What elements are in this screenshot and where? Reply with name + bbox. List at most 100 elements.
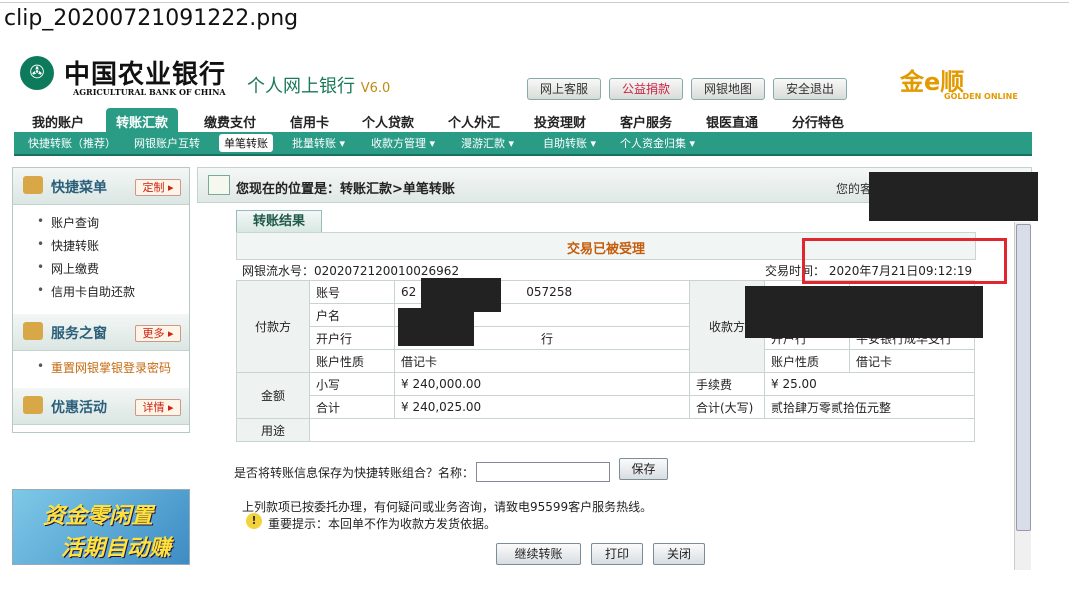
small-amount-label: 小写 (309, 372, 395, 396)
nav-my-account[interactable]: 我的账户 (32, 112, 84, 131)
online-service-button[interactable]: 网上客服 (527, 78, 601, 100)
promo-title: 优惠活动 (51, 400, 107, 416)
top-border (0, 2, 1069, 3)
nav-personal-loan[interactable]: 个人贷款 (362, 112, 414, 131)
payer-group: 付款方 (236, 280, 310, 373)
subnav-payee-manage[interactable]: 收款方管理 ▾ (371, 135, 435, 151)
quick-item-credit-repay[interactable]: 信用卡自助还款 (37, 283, 135, 300)
redaction-payer-name (398, 308, 474, 346)
sidebar: 快捷菜单 定制 ▸ 账户查询 快捷转账 网上缴费 信用卡自助还款 服务之窗 更多… (12, 167, 190, 433)
fee-value: ¥ 25.00 (764, 372, 975, 396)
subnav-quick-transfer[interactable]: 快捷转账（推荐） (28, 135, 116, 151)
payer-acct-start: 62 (401, 285, 417, 299)
serial-value: 0202072120010026962 (314, 264, 460, 278)
nav-hospital[interactable]: 银医直通 (706, 112, 758, 131)
service-window-icon (23, 322, 43, 340)
main-nav: 我的账户 转账汇款 缴费支付 信用卡 个人贷款 个人外汇 投资理财 客户服务 银… (14, 108, 1032, 132)
product-name: 个人网上银行 (247, 76, 355, 97)
tab-transfer-result[interactable]: 转账结果 (236, 210, 322, 233)
total-cn-value: 贰拾肆万零贰拾伍元整 (764, 395, 975, 419)
service-window-title: 服务之窗 (51, 326, 107, 342)
result-status: 交易已被受理 (567, 242, 646, 257)
print-button[interactable]: 打印 (591, 543, 643, 565)
promo-header: 优惠活动 详情 ▸ (13, 388, 189, 425)
nav-credit-card[interactable]: 信用卡 (290, 112, 329, 131)
payer-name-label: 户名 (309, 303, 395, 327)
small-amount: ¥ 240,000.00 (394, 372, 690, 396)
purpose-value (309, 418, 975, 442)
location-icon (208, 175, 230, 195)
redaction-user (869, 172, 1038, 221)
redaction-payer-acct (421, 278, 501, 312)
subnav-own-accounts[interactable]: 网银账户互转 (134, 135, 200, 151)
total-cn-label: 合计(大写) (689, 395, 765, 419)
payer-acct-label: 账号 (309, 280, 395, 304)
service-item-reset-password[interactable]: 重置网银掌银登录密码 (37, 359, 171, 376)
warning-icon: ! (246, 513, 262, 529)
banner-line-1: 资金零闲置 (43, 504, 154, 529)
quick-item-online-payment[interactable]: 网上缴费 (37, 260, 99, 277)
nav-transfer[interactable]: 转账汇款 (106, 108, 179, 132)
bank-name-en: AGRICULTURAL BANK OF CHINA (73, 87, 226, 97)
notice-line-1: 上列款项已按委托办理，有何疑问或业务咨询，请致电95599客户服务热线。 (242, 500, 653, 514)
quick-item-quick-transfer[interactable]: 快捷转账 (37, 237, 99, 254)
total-label: 合计 (309, 395, 395, 419)
subnav-fund-collection[interactable]: 个人资金归集 ▾ (620, 135, 695, 151)
nav-investment[interactable]: 投资理财 (534, 112, 586, 131)
continue-transfer-button[interactable]: 继续转账 (496, 543, 581, 565)
notice-line-2: 重要提示：本回单不作为收款方发货依据。 (268, 517, 497, 531)
promo-icon (23, 396, 43, 414)
service-window-header: 服务之窗 更多 ▸ (13, 314, 189, 351)
charity-donation-button[interactable]: 公益捐款 (609, 78, 683, 100)
payer-bank-tail: 行 (541, 331, 554, 346)
product-title: 个人网上银行 V6.0 (247, 72, 390, 98)
save-question: 是否将转账信息保存为快捷转账组合？名称： (234, 466, 475, 480)
save-button[interactable]: 保存 (619, 458, 668, 480)
product-version: V6.0 (360, 81, 391, 96)
quick-menu-title: 快捷菜单 (51, 180, 107, 196)
user-greeting: 您的客 (836, 182, 873, 196)
golden-online-logo: 金e顺 GOLDEN ONLINE (900, 62, 1025, 102)
shortcut-name-input[interactable] (476, 462, 610, 482)
bank-map-button[interactable]: 网银地图 (691, 78, 765, 100)
subnav-self-transfer[interactable]: 自助转账 ▾ (543, 135, 596, 151)
payer-type-label: 账户性质 (309, 349, 395, 373)
abc-logo-icon: ✇ (20, 56, 54, 90)
purpose-label: 用途 (236, 418, 310, 442)
payee-type: 借记卡 (849, 349, 975, 373)
nav-branch[interactable]: 分行特色 (792, 112, 844, 131)
details-button[interactable]: 详情 ▸ (135, 399, 181, 416)
amount-group: 金额 (236, 372, 310, 419)
fee-label: 手续费 (689, 372, 765, 396)
nav-payment[interactable]: 缴费支付 (204, 112, 256, 131)
total-value: ¥ 240,025.00 (394, 395, 690, 419)
scroll-thumb[interactable] (1016, 224, 1031, 531)
secure-logout-button[interactable]: 安全退出 (773, 78, 847, 100)
redaction-payee (745, 286, 983, 338)
breadcrumb: 您现在的位置是：转账汇款>单笔转账 (236, 182, 455, 197)
serial-label: 网银流水号： (242, 264, 315, 278)
banner-line-2: 活期自动赚 (61, 536, 172, 561)
payee-type-label: 账户性质 (764, 349, 850, 373)
scrollbar[interactable] (1014, 222, 1031, 570)
more-button[interactable]: 更多 ▸ (135, 325, 181, 342)
customize-button[interactable]: 定制 ▸ (135, 179, 181, 196)
quick-menu-icon (23, 176, 43, 194)
subnav-batch-transfer[interactable]: 批量转账 ▾ (292, 135, 345, 151)
highlight-box (802, 238, 1007, 284)
bank-name-cn: 中国农业银行 (64, 60, 227, 90)
subnav-single-transfer[interactable]: 单笔转账 (219, 134, 273, 152)
payer-acct-end: 057258 (526, 285, 573, 299)
promo-banner[interactable]: 资金零闲置 活期自动赚 (12, 489, 190, 565)
payer-type: 借记卡 (394, 349, 690, 373)
payer-bank-label: 开户行 (309, 326, 395, 350)
serial-row: 网银流水号：0202072120010026962 (242, 262, 459, 279)
close-button[interactable]: 关闭 (653, 543, 705, 565)
golden-logo-en: GOLDEN ONLINE (944, 92, 1018, 101)
nav-forex[interactable]: 个人外汇 (448, 112, 500, 131)
subnav-roaming[interactable]: 漫游汇款 ▾ (461, 135, 514, 151)
quick-item-account-query[interactable]: 账户查询 (37, 214, 99, 231)
quick-menu-header: 快捷菜单 定制 ▸ (13, 168, 189, 205)
nav-customer-service[interactable]: 客户服务 (620, 112, 672, 131)
file-name: clip_20200721091222.png (4, 6, 299, 31)
